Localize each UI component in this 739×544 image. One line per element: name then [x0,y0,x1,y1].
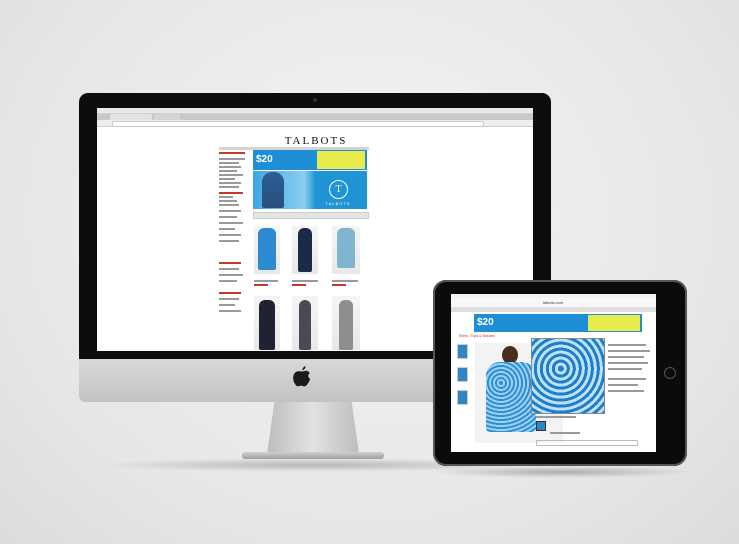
product-description-line [608,384,638,386]
sidebar-item[interactable] [219,228,235,230]
apple-logo-icon [293,366,311,387]
site-logo[interactable]: TALBOTS [266,135,366,147]
product-description-line [608,362,648,364]
product-description-line [608,368,642,370]
sidebar-item[interactable] [219,200,237,202]
sidebar-item-active[interactable] [219,192,243,194]
product-figure [258,228,276,270]
promo-yellow-box[interactable] [317,151,365,169]
ipad-shadow [430,466,692,478]
product-description-line [608,350,650,352]
product-title[interactable] [292,280,318,282]
hero-monogram: T [329,180,348,199]
sidebar-item[interactable] [219,204,239,206]
product-price [332,284,346,286]
ipad-promo-amount: $20 [477,317,494,328]
ipad-promo-yellow-box[interactable] [588,315,640,331]
product-price [254,284,268,286]
sidebar-item[interactable] [219,280,237,282]
product-figure [298,228,312,272]
sidebar-item[interactable] [219,210,241,212]
sidebar-item[interactable] [219,162,239,164]
sidebar-item[interactable] [219,304,235,306]
imac-stand [267,402,359,454]
sidebar-heading [219,292,241,294]
color-swatch[interactable] [536,421,546,431]
product-description-line [608,378,646,380]
sidebar-item[interactable] [219,158,245,160]
model-blouse [486,362,536,432]
sidebar-item[interactable] [219,186,239,188]
ipad-tab-bar [451,307,656,312]
sidebar-item[interactable] [219,216,237,218]
sidebar-item[interactable] [219,170,237,172]
ipad-url-field[interactable]: talbots.com [498,300,608,305]
filter-bar[interactable] [253,212,369,219]
product-thumbnail[interactable] [457,390,468,405]
product-figure [339,300,353,350]
ipad-home-button[interactable] [664,367,676,379]
product-description-line [608,390,644,392]
promo-amount: $20 [256,154,273,165]
imac-camera [313,98,317,102]
sidebar-item[interactable] [219,222,243,224]
sidebar-item[interactable] [219,240,239,242]
hero-model [262,172,284,208]
product-title[interactable] [254,280,278,282]
product-figure [259,300,275,350]
product-thumbnail[interactable] [457,367,468,382]
size-label [550,432,580,434]
sidebar-item[interactable] [219,196,233,198]
sidebar-heading [219,262,241,264]
product-title[interactable] [332,280,358,282]
address-bar[interactable] [112,121,484,127]
product-price [292,284,306,286]
color-label [536,416,576,418]
sidebar-heading [219,152,245,154]
imac-stand-foot [242,452,384,459]
hero-brand-text: TALBOTS [325,201,351,206]
sidebar-item[interactable] [219,178,235,180]
product-thumbnail[interactable] [457,344,468,359]
product-figure [299,300,311,350]
sidebar-item[interactable] [219,174,243,176]
product-description-line [608,356,644,358]
product-description-line [608,344,646,346]
sidebar-item[interactable] [219,166,241,168]
sidebar-item[interactable] [219,234,241,236]
sidebar-item[interactable] [219,298,239,300]
product-zoom-view [531,338,605,414]
sidebar-item[interactable] [219,310,241,312]
size-selector[interactable] [536,440,638,446]
sidebar-item[interactable] [219,274,243,276]
product-figure [337,228,355,268]
sidebar-item[interactable] [219,182,241,184]
sidebar-item[interactable] [219,268,239,270]
